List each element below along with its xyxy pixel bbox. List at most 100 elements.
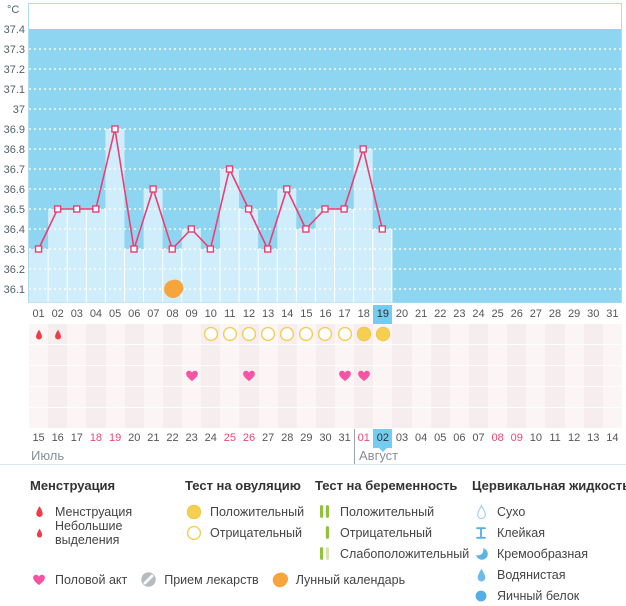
cycle-day-cell[interactable]: 10 bbox=[201, 305, 220, 324]
event-cell[interactable] bbox=[296, 366, 316, 387]
event-cell[interactable] bbox=[583, 345, 603, 366]
event-cell[interactable] bbox=[105, 387, 125, 408]
event-cell[interactable] bbox=[392, 387, 412, 408]
event-cell[interactable] bbox=[105, 408, 125, 429]
event-cell[interactable] bbox=[162, 408, 183, 429]
event-cell[interactable] bbox=[124, 366, 144, 387]
event-cell[interactable] bbox=[67, 345, 87, 366]
event-cell[interactable] bbox=[124, 387, 144, 408]
event-cell[interactable] bbox=[392, 324, 412, 345]
event-cell[interactable] bbox=[373, 387, 393, 408]
event-cell[interactable] bbox=[258, 345, 278, 366]
calendar-day-cell[interactable]: 23 bbox=[182, 429, 201, 448]
event-cell[interactable] bbox=[124, 324, 144, 345]
event-cell[interactable] bbox=[315, 408, 336, 429]
calendar-day-cell[interactable]: 15 bbox=[29, 429, 48, 448]
calendar-day-cell[interactable]: 20 bbox=[125, 429, 144, 448]
cycle-day-cell[interactable]: 23 bbox=[450, 305, 469, 324]
event-cell[interactable] bbox=[526, 345, 546, 366]
cycle-day-cell[interactable]: 18 bbox=[354, 305, 373, 324]
event-cell[interactable] bbox=[220, 345, 240, 366]
event-cell[interactable] bbox=[315, 366, 336, 387]
event-cell[interactable] bbox=[354, 366, 374, 387]
event-cell[interactable] bbox=[354, 324, 374, 345]
cycle-day-cell[interactable]: 16 bbox=[316, 305, 335, 324]
event-cell[interactable] bbox=[449, 387, 469, 408]
event-cell[interactable] bbox=[602, 345, 622, 366]
cycle-day-cell[interactable]: 09 bbox=[182, 305, 201, 324]
event-cell[interactable] bbox=[296, 408, 316, 429]
event-cell[interactable] bbox=[564, 408, 584, 429]
event-cell[interactable] bbox=[277, 366, 297, 387]
event-cell[interactable] bbox=[545, 387, 565, 408]
calendar-day-cell[interactable]: 31 bbox=[335, 429, 354, 448]
event-cell[interactable] bbox=[239, 366, 259, 387]
calendar-day-cell[interactable]: 04 bbox=[412, 429, 431, 448]
event-cell[interactable] bbox=[411, 324, 431, 345]
calendar-day-cell[interactable]: 08 bbox=[488, 429, 507, 448]
cycle-day-cell[interactable]: 28 bbox=[545, 305, 564, 324]
event-cell[interactable] bbox=[162, 324, 183, 345]
cycle-day-cell[interactable]: 22 bbox=[431, 305, 450, 324]
cycle-day-cell[interactable]: 25 bbox=[488, 305, 507, 324]
event-cell[interactable] bbox=[220, 366, 240, 387]
calendar-day-cell[interactable]: 07 bbox=[469, 429, 488, 448]
event-cell[interactable] bbox=[48, 345, 68, 366]
event-cell[interactable] bbox=[315, 324, 336, 345]
calendar-day-cell[interactable]: 12 bbox=[565, 429, 584, 448]
event-cell[interactable] bbox=[488, 366, 508, 387]
event-cell[interactable] bbox=[449, 345, 469, 366]
calendar-day-cell[interactable]: 10 bbox=[526, 429, 545, 448]
event-cell[interactable] bbox=[86, 324, 106, 345]
calendar-day-cell[interactable]: 21 bbox=[144, 429, 163, 448]
event-cell[interactable] bbox=[468, 387, 489, 408]
event-cell[interactable] bbox=[564, 345, 584, 366]
event-cell[interactable] bbox=[315, 387, 336, 408]
event-cell[interactable] bbox=[430, 345, 450, 366]
event-cell[interactable] bbox=[449, 366, 469, 387]
cycle-day-cell[interactable]: 02 bbox=[48, 305, 67, 324]
calendar-day-cell[interactable]: 19 bbox=[106, 429, 125, 448]
event-cell[interactable] bbox=[335, 366, 355, 387]
cycle-day-cell[interactable]: 31 bbox=[603, 305, 622, 324]
event-cell[interactable] bbox=[583, 366, 603, 387]
event-cell[interactable] bbox=[48, 366, 68, 387]
cycle-day-cell[interactable]: 30 bbox=[584, 305, 603, 324]
calendar-day-cell[interactable]: 18 bbox=[86, 429, 105, 448]
calendar-day-cell[interactable]: 06 bbox=[450, 429, 469, 448]
event-cell[interactable] bbox=[220, 408, 240, 429]
event-cell[interactable] bbox=[392, 345, 412, 366]
cycle-day-cell[interactable]: 12 bbox=[239, 305, 258, 324]
event-cell[interactable] bbox=[48, 324, 68, 345]
event-cell[interactable] bbox=[315, 345, 336, 366]
event-cell[interactable] bbox=[143, 387, 163, 408]
event-cell[interactable] bbox=[335, 345, 355, 366]
event-cell[interactable] bbox=[526, 408, 546, 429]
event-cell[interactable] bbox=[201, 324, 221, 345]
event-cell[interactable] bbox=[526, 366, 546, 387]
event-cell[interactable] bbox=[583, 387, 603, 408]
calendar-day-cell[interactable]: 16 bbox=[48, 429, 67, 448]
event-cell[interactable] bbox=[258, 387, 278, 408]
event-cell[interactable] bbox=[296, 387, 316, 408]
event-cell[interactable] bbox=[182, 345, 202, 366]
event-cell[interactable] bbox=[105, 324, 125, 345]
event-cell[interactable] bbox=[507, 324, 527, 345]
event-cell[interactable] bbox=[354, 408, 374, 429]
event-cell[interactable] bbox=[48, 387, 68, 408]
cycle-day-cell[interactable]: 06 bbox=[125, 305, 144, 324]
cycle-day-cell[interactable]: 27 bbox=[526, 305, 545, 324]
event-cell[interactable] bbox=[468, 408, 489, 429]
calendar-day-cell[interactable]: 09 bbox=[507, 429, 526, 448]
event-cell[interactable] bbox=[430, 387, 450, 408]
event-cell[interactable] bbox=[86, 345, 106, 366]
event-cell[interactable] bbox=[373, 366, 393, 387]
calendar-day-cell[interactable]: 24 bbox=[201, 429, 220, 448]
event-cell[interactable] bbox=[162, 366, 183, 387]
event-cell[interactable] bbox=[449, 408, 469, 429]
event-cell[interactable] bbox=[335, 324, 355, 345]
event-cell[interactable] bbox=[468, 366, 489, 387]
event-cell[interactable] bbox=[583, 324, 603, 345]
event-cell[interactable] bbox=[239, 387, 259, 408]
event-cell[interactable] bbox=[373, 324, 393, 345]
